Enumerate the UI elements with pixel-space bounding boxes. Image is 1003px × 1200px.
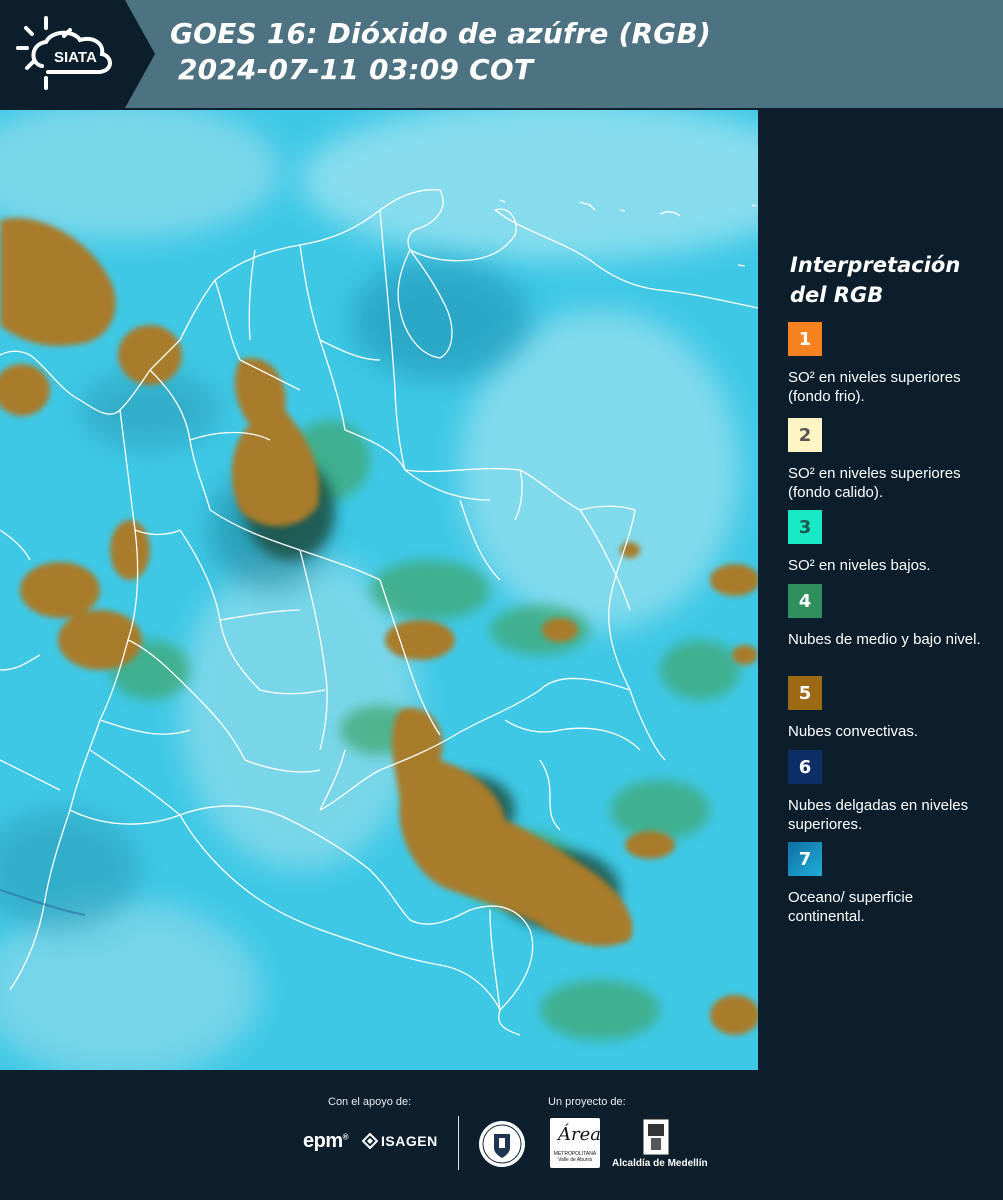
page-title: GOES 16: Dióxido de azúfre (RGB) 2024-07… [170,16,711,88]
support-label: Con el apoyo de: [328,1096,412,1108]
legend-title: Interpretación del RGB [790,250,960,310]
legend-label-2: SO² en niveles superiores (fondo calido)… [788,465,961,501]
legend-title-line-2: del RGB [790,283,884,307]
isagen-mark-icon [362,1133,378,1149]
area-logo-mark: Área [558,1124,601,1145]
header-bar: SIATA GOES 16: Dióxido de azúfre (RGB) 2… [0,0,1003,108]
epm-logo-text: epm [303,1130,343,1152]
legend-label-1: SO² en niveles superiores (fondo frio). [788,369,961,405]
legend-title-line-1: Interpretación [790,253,961,277]
isagen-logo-text: ISAGEN [381,1133,438,1149]
legend-label-4: Nubes de medio y bajo nivel. [788,631,981,648]
alcaldia-shield-icon [642,1118,670,1161]
alcaldia-logo-text: Alcaldía de Medellín [612,1158,708,1169]
logo-text: SIATA [54,49,97,66]
epm-logo: epm® [303,1130,349,1152]
legend-swatch-3: 3 [788,510,822,544]
legend-swatch-4: 4 [788,584,822,618]
legend-label-3: SO² en niveles bajos. [788,557,931,574]
legend-swatch-6: 6 [788,750,822,784]
legend-swatch-5: 5 [788,676,822,710]
area-metropolitana-logo: Área METROPOLITANA Valle de Aburrá [550,1118,601,1168]
legend-label-5: Nubes convectivas. [788,723,919,740]
legend-panel: Interpretación del RGB 1 SO² en niveles … [760,110,1003,1070]
legend-label-6: Nubes delgadas en niveles superiores. [788,797,969,833]
footer: Con el apoyo de: Un proyecto de: epm® IS… [0,1070,1003,1200]
legend-swatch-1: 1 [788,322,822,356]
title-line-1: GOES 16: Dióxido de azúfre (RGB) [170,17,712,50]
medellin-seal-logo [478,1120,526,1173]
legend-item-2: 2 SO² en niveles superiores (fondo calid… [788,418,993,502]
legend-swatch-7: 7 [788,842,822,876]
isagen-logo: ISAGEN [362,1133,438,1149]
legend-label-7: Oceano/ superficie continental. [788,889,914,925]
legend-swatch-2: 2 [788,418,822,452]
footer-divider [458,1116,459,1170]
legend-item-3: 3 SO² en niveles bajos. [788,510,993,575]
satellite-map [0,110,758,1070]
legend-item-4: 4 Nubes de medio y bajo nivel. [788,584,993,649]
legend-item-5: 5 Nubes convectivas. [788,676,993,741]
legend-item-1: 1 SO² en niveles superiores (fondo frio)… [788,322,993,406]
area-logo-name: METROPOLITANA Valle de Aburrá [553,1151,597,1163]
project-label: Un proyecto de: [548,1096,626,1108]
siata-logo: SIATA [0,0,155,108]
legend-item-7: 7 Oceano/ superficie continental. [788,842,993,926]
title-line-2: 2024-07-11 03:09 COT [178,53,534,86]
legend-item-6: 6 Nubes delgadas en niveles superiores. [788,750,993,834]
